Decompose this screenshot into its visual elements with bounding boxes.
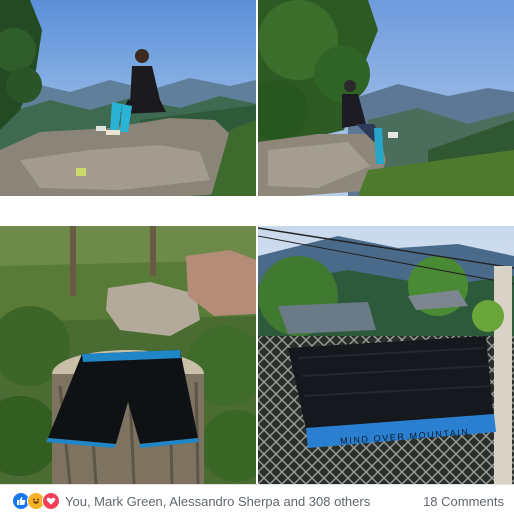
reactions-summary[interactable]: You, Mark Green, Alessandro Sherpa and 3… — [12, 492, 370, 510]
photo-2-image — [258, 0, 514, 224]
reactions-text: You, Mark Green, Alessandro Sherpa and 3… — [65, 493, 371, 509]
photo-1[interactable] — [0, 0, 256, 224]
photo-1-image — [0, 0, 256, 224]
photo-2[interactable] — [258, 0, 514, 224]
photo-3[interactable] — [0, 226, 256, 484]
reaction-bar: You, Mark Green, Alessandro Sherpa and 3… — [0, 484, 514, 517]
photo-4[interactable]: MIND OVER MOUNTAIN — [258, 226, 514, 484]
photo-grid: MIND OVER MOUNTAIN — [0, 0, 514, 484]
photo-4-image: MIND OVER MOUNTAIN — [258, 226, 514, 484]
photo-3-image — [0, 226, 256, 484]
comments-count-link[interactable]: 18 Comments — [423, 494, 504, 509]
love-icon — [42, 492, 60, 510]
